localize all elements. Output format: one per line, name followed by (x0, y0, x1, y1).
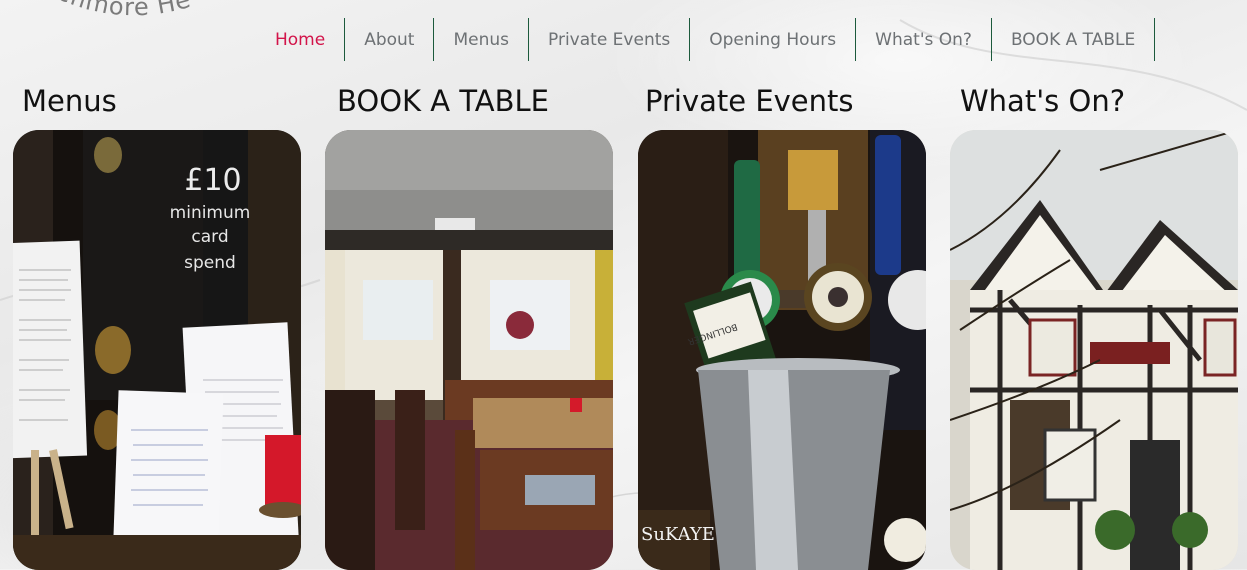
nav-opening-hours-label: Opening Hours (709, 29, 837, 50)
nav-book-a-table-label: BOOK A TABLE (1010, 29, 1136, 50)
menus-card-image[interactable]: £10 minimum card spend (13, 130, 301, 570)
nav-menus-label: Menus (453, 29, 510, 50)
nav-private-events[interactable]: Private Events (529, 18, 691, 61)
nav-home-label: Home (275, 29, 326, 50)
chalkboard-text-2: minimum (170, 203, 251, 223)
private-events-card-image[interactable]: BOLLINGER SuKAYE (638, 130, 926, 570)
nav-home[interactable]: Home (256, 18, 346, 61)
main-navigation: Home About Menus Private Events Opening … (256, 18, 1156, 61)
nav-about[interactable]: About (345, 18, 435, 61)
menus-heading: Menus (22, 84, 117, 118)
svg-text:chmore He: chmore He (54, 0, 194, 21)
nav-about-label: About (364, 29, 415, 50)
whats-on-heading: What's On? (960, 84, 1126, 118)
chalkboard-text-3: card (191, 227, 228, 247)
nav-whats-on-label: What's On? (875, 29, 972, 50)
nav-opening-hours[interactable]: Opening Hours (690, 18, 857, 61)
logo-text: chmore He (54, 0, 193, 21)
book-a-table-heading: BOOK A TABLE (337, 84, 550, 118)
nav-whats-on[interactable]: What's On? (856, 18, 992, 61)
private-events-heading: Private Events (645, 84, 854, 118)
chalkboard-text-1: £10 (184, 163, 241, 198)
photographer-watermark: SuKAYE (641, 524, 715, 545)
nav-book-a-table[interactable]: BOOK A TABLE (992, 18, 1156, 61)
whats-on-card-image[interactable] (950, 130, 1238, 570)
nav-private-events-label: Private Events (548, 29, 671, 50)
nav-menus[interactable]: Menus (434, 18, 530, 61)
book-a-table-card-image[interactable] (325, 130, 613, 570)
chalkboard-text-4: spend (184, 253, 236, 273)
logo-arc-text[interactable]: chmore He (0, 0, 270, 60)
